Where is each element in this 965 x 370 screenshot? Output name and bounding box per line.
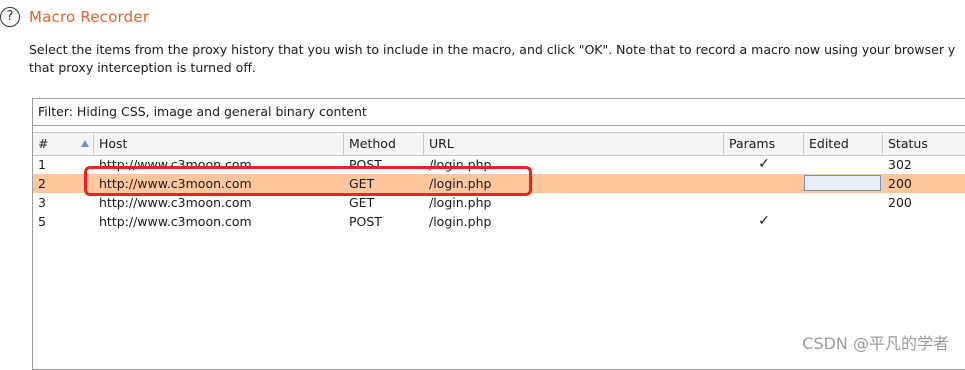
table-row[interactable]: 5 http://www.c3moon.com POST/login.php ✓ — [33, 212, 965, 231]
sort-ascending-icon[interactable] — [81, 140, 89, 147]
column-header-num-label: # — [38, 136, 49, 151]
cell-host: http://www.c3moon.com — [99, 176, 252, 191]
cell-url: /login.php — [429, 176, 492, 191]
column-header-method[interactable]: Method — [344, 133, 424, 155]
cell-num: 3 — [38, 195, 46, 210]
column-header-host[interactable]: Host — [94, 133, 344, 155]
table-row[interactable]: 3 http://www.c3moon.com GET/login.php 200 — [33, 193, 965, 212]
cell-params — [724, 193, 804, 212]
cell-url: /login.php — [429, 214, 492, 229]
cell-url: /login.php — [429, 157, 492, 172]
column-header-num[interactable]: # — [33, 133, 94, 155]
table-row[interactable]: 1 http://www.c3moon.com POST/login.php ✓ 302 — [33, 155, 965, 174]
dialog-title: Macro Recorder — [29, 8, 150, 26]
help-icon[interactable]: ? — [0, 7, 20, 27]
cell-edited — [804, 155, 888, 174]
cell-status — [883, 212, 965, 231]
cell-status: 200 — [888, 176, 912, 191]
cell-method: POST — [349, 214, 382, 229]
cell-edited — [804, 193, 888, 212]
cell-num: 5 — [38, 214, 46, 229]
instructions-line-1: Select the items from the proxy history … — [29, 42, 956, 57]
cell-url: /login.php — [429, 195, 492, 210]
instructions-text: Select the items from the proxy history … — [29, 41, 965, 77]
filter-bar[interactable]: Filter: Hiding CSS, image and general bi… — [33, 99, 965, 126]
cell-params — [724, 174, 804, 193]
cell-params: ✓ — [758, 213, 770, 229]
cell-host: http://www.c3moon.com — [99, 214, 252, 229]
cell-method: GET — [349, 176, 375, 191]
cell-host: http://www.c3moon.com — [99, 195, 252, 210]
cell-method: GET — [349, 195, 375, 210]
cell-edited — [804, 212, 888, 231]
watermark: CSDN @平凡的学者 — [802, 334, 949, 353]
cell-status: 200 — [888, 195, 912, 210]
cell-method: POST — [349, 157, 382, 172]
instructions-line-2: that proxy interception is turned off. — [29, 60, 256, 75]
table-header: # Host Method URL Params Edited Status — [33, 132, 965, 156]
column-header-url[interactable]: URL — [424, 133, 724, 155]
column-header-status[interactable]: Status — [883, 133, 965, 155]
cell-status: 302 — [888, 157, 912, 172]
cell-num: 2 — [38, 176, 46, 191]
column-header-params[interactable]: Params — [724, 133, 804, 155]
column-header-edited[interactable]: Edited — [804, 133, 883, 155]
cell-num: 1 — [38, 157, 46, 172]
table-row[interactable]: 2 http://www.c3moon.com GET/login.php 200 — [33, 174, 965, 193]
cell-edited — [804, 174, 888, 193]
cell-host: http://www.c3moon.com — [99, 157, 252, 172]
cell-params: ✓ — [758, 156, 770, 172]
